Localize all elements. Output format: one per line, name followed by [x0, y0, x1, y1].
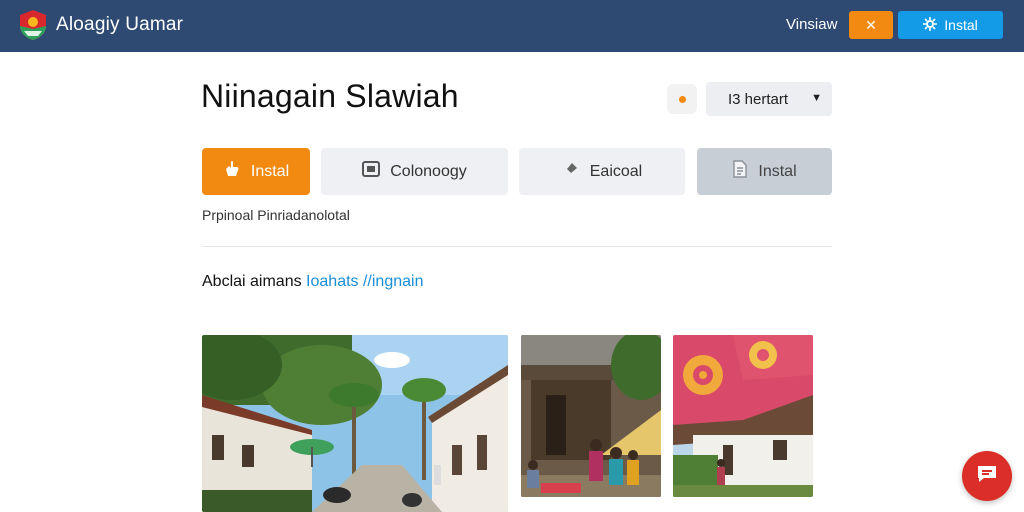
- document-icon: [732, 160, 748, 183]
- action-button-eaicoal[interactable]: Eaicoal: [519, 148, 685, 195]
- action-button-label: Instal: [758, 162, 797, 180]
- close-icon: ✕: [865, 16, 877, 33]
- section-heading: Abclai aimans Ioahats //ingnain: [202, 273, 423, 291]
- chat-button[interactable]: [962, 451, 1012, 501]
- top-nav-link[interactable]: Vinsiaw: [786, 16, 837, 33]
- pin-icon: [562, 160, 580, 183]
- action-button-label: Instal: [250, 162, 290, 180]
- village-street-photo[interactable]: [202, 335, 508, 512]
- install-button-label: Instal: [944, 17, 978, 33]
- status-toggle-button[interactable]: [667, 84, 697, 114]
- chevron-down-icon: ▼: [811, 92, 822, 104]
- brand[interactable]: Aloagiy Uamar: [18, 9, 183, 41]
- action-button-install-secondary[interactable]: Instal: [697, 148, 832, 195]
- window-icon: [362, 161, 381, 182]
- sort-select-value: I3 hertart: [728, 90, 789, 108]
- market-stall-photo[interactable]: [521, 335, 661, 497]
- install-button[interactable]: Instal: [898, 11, 1003, 39]
- chat-icon: [976, 464, 998, 489]
- close-button[interactable]: ✕: [849, 11, 893, 39]
- hand-icon: [223, 160, 241, 183]
- top-navigation-bar: Aloagiy Uamar Vinsiaw ✕ Instal: [0, 0, 1024, 52]
- divider: [202, 246, 832, 247]
- brand-logo-icon: [18, 9, 48, 41]
- action-button-label: Eaicoal: [589, 162, 643, 180]
- batik-cloth-photo[interactable]: [673, 335, 813, 497]
- section-heading-text: Abclai aimans: [202, 273, 307, 290]
- brand-name: Aloagiy Uamar: [56, 14, 184, 35]
- settings-icon: [923, 16, 938, 34]
- action-button-colonoogy[interactable]: Colonoogy: [321, 148, 508, 195]
- action-button-label: Colonoogy: [390, 162, 467, 180]
- sort-select[interactable]: I3 hertart ▼: [706, 82, 832, 116]
- page-title: Niinagain Slawiah: [201, 78, 459, 114]
- status-dot-icon: [678, 95, 686, 103]
- section-heading-link[interactable]: Ioahats //ingnain: [306, 273, 423, 290]
- action-button-install[interactable]: Instal: [202, 148, 310, 195]
- description-text: Prpinoal Pinriadanolotal: [202, 207, 350, 223]
